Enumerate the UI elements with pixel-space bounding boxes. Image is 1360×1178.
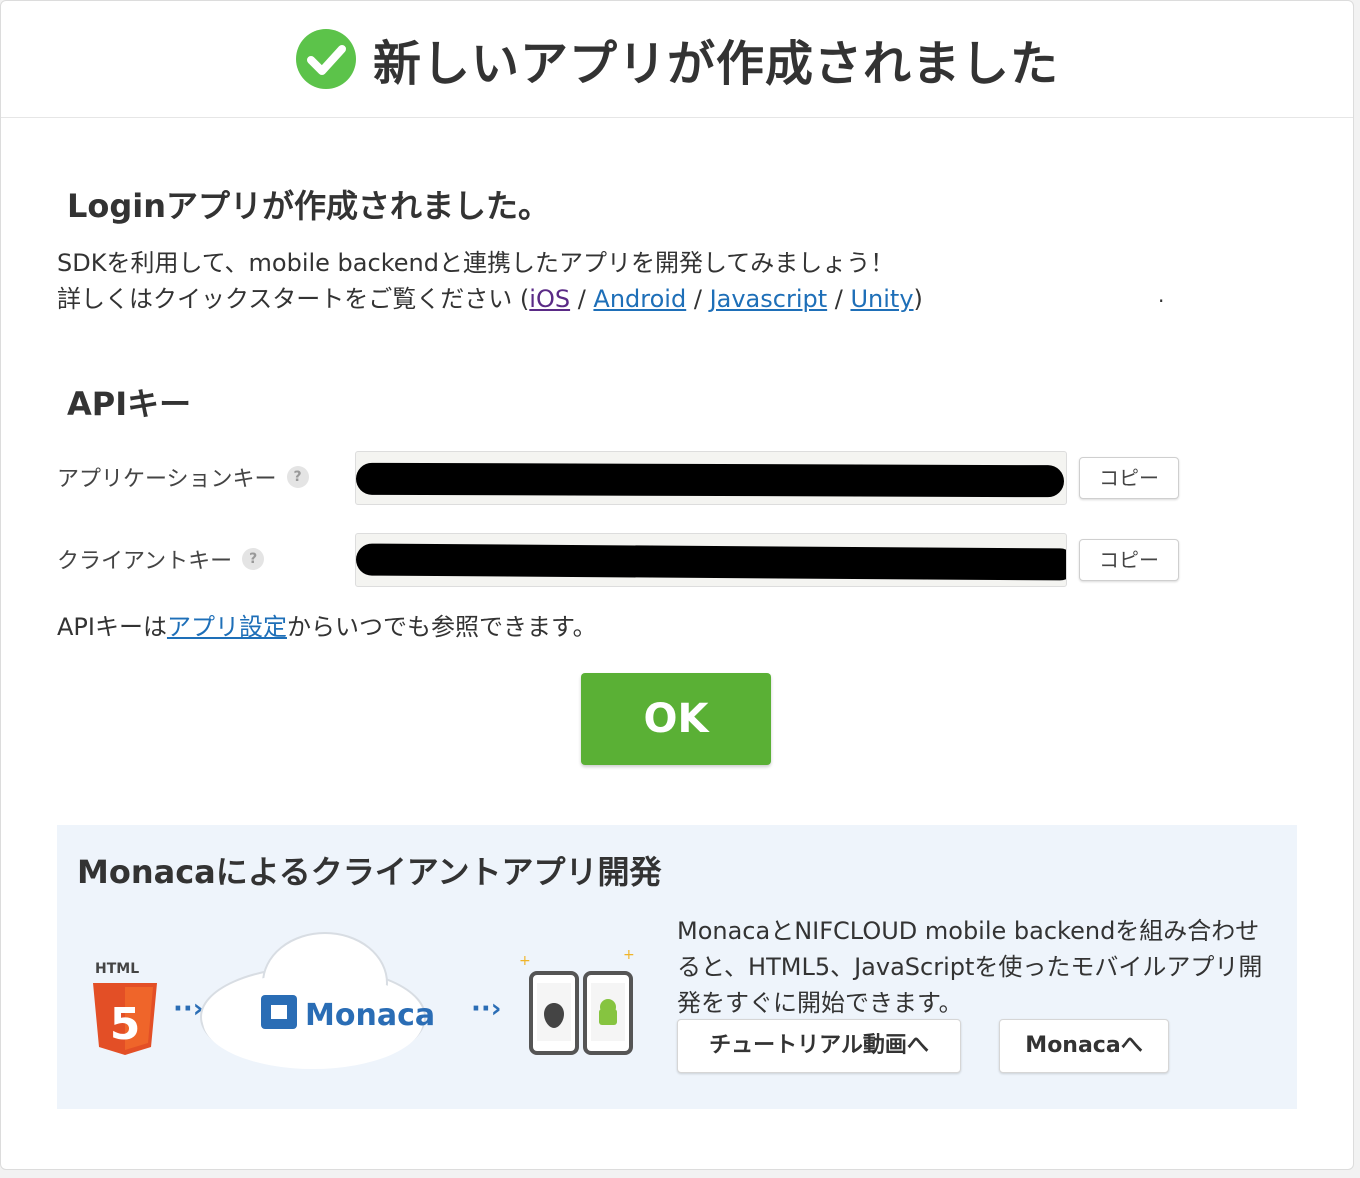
copy-application-key-button[interactable]: コピー <box>1079 457 1179 499</box>
api-key-heading: APIキー <box>67 385 192 423</box>
client-key-label: クライアントキー ? <box>57 543 265 575</box>
smartphones-icon: + + <box>519 947 635 1055</box>
redaction-mark <box>356 462 1065 498</box>
client-key-label-text: クライアントキー <box>57 549 233 574</box>
app-created-heading: Loginアプリが作成されました。 <box>67 187 551 225</box>
link-separator: / <box>827 285 851 313</box>
api-key-note: APIキーはアプリ設定からいつでも参照できます。 <box>57 607 597 642</box>
client-key-row: クライアントキー ? d2f56ab5 コピー <box>57 533 1187 587</box>
app-settings-link[interactable]: アプリ設定 <box>167 613 287 641</box>
quickstart-link-javascript[interactable]: Javascript <box>710 285 828 313</box>
copy-client-key-button[interactable]: コピー <box>1079 539 1179 581</box>
sdk-description-line1: SDKを利用して、mobile backendと連携したアプリを開発してみましょ… <box>57 249 895 277</box>
application-key-label: アプリケーションキー ? <box>57 461 309 493</box>
arrow-right-icon: ··› <box>173 994 203 1024</box>
link-separator: / <box>686 285 710 313</box>
monaca-illustration: HTML 5 ··› Monaca ··› + + <box>93 932 635 1069</box>
check-circle-icon <box>295 29 356 89</box>
monaca-logo-text: Monaca <box>305 998 435 1033</box>
tutorial-video-button[interactable]: チュートリアル動画へ <box>677 1019 961 1073</box>
quickstart-link-unity[interactable]: Unity <box>850 285 913 313</box>
app-created-dialog: 新しいアプリが作成されました Loginアプリが作成されました。 SDKを利用し… <box>0 0 1354 1170</box>
svg-text:+: + <box>519 953 531 969</box>
client-key-field[interactable]: d2f56ab5 <box>355 533 1067 587</box>
sdk-description: SDKを利用して、mobile backendと連携したアプリを開発してみましょ… <box>57 245 923 317</box>
quickstart-link-android[interactable]: Android <box>593 285 686 313</box>
stray-dot: · <box>1158 289 1165 313</box>
go-to-monaca-button[interactable]: Monacaへ <box>999 1019 1169 1073</box>
monaca-cloud-icon: Monaca <box>200 932 435 1069</box>
arrow-right-icon: ··› <box>471 994 501 1024</box>
ok-button[interactable]: OK <box>581 673 771 765</box>
application-key-label-text: アプリケーションキー <box>57 467 277 492</box>
application-key-row: アプリケーションキー ? 5109f037 コピー <box>57 451 1187 505</box>
monaca-promo: Monacaによるクライアントアプリ開発 HTML 5 ··› Monaca ·… <box>57 825 1297 1109</box>
dialog-title: 新しいアプリが作成されました <box>372 36 1059 92</box>
quickstart-suffix: ) <box>913 285 923 313</box>
dialog-header: 新しいアプリが作成されました <box>1 1 1353 118</box>
quickstart-line: 詳しくはクイックスタートをご覧ください (iOS / Android / Jav… <box>57 281 923 317</box>
monaca-heading: Monacaによるクライアントアプリ開発 <box>77 853 662 891</box>
api-note-suffix: からいつでも参照できます。 <box>286 613 597 641</box>
help-icon[interactable]: ? <box>286 466 309 488</box>
api-note-prefix: APIキーは <box>57 613 167 641</box>
html-label: HTML <box>95 961 139 977</box>
quickstart-link-ios[interactable]: iOS <box>529 285 570 313</box>
application-key-field[interactable]: 5109f037 <box>355 451 1067 505</box>
monaca-description: MonacaとNIFCLOUD mobile backendを組み合わせると、H… <box>677 917 1263 1017</box>
svg-text:+: + <box>623 947 635 963</box>
html5-icon: HTML 5 <box>93 961 157 1055</box>
help-icon[interactable]: ? <box>242 548 265 570</box>
html5-digit: 5 <box>110 999 141 1050</box>
redaction-mark <box>356 543 1066 581</box>
quickstart-prefix: 詳しくはクイックスタートをご覧ください ( <box>57 285 530 313</box>
link-separator: / <box>570 285 594 313</box>
